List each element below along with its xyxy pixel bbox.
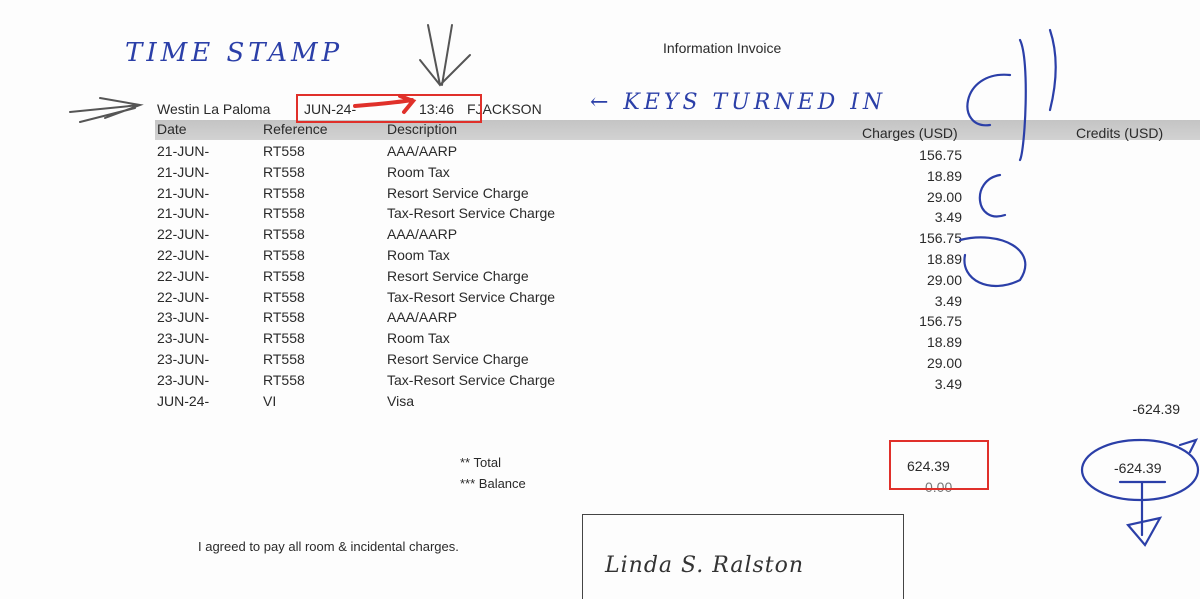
invoice-page: Information Invoice TIME STAMP ← KEYS TU… bbox=[0, 0, 1200, 599]
blue-scribble-icon bbox=[958, 28, 1200, 547]
red-arrow-icon bbox=[353, 94, 417, 114]
handwritten-marks bbox=[69, 24, 1200, 547]
